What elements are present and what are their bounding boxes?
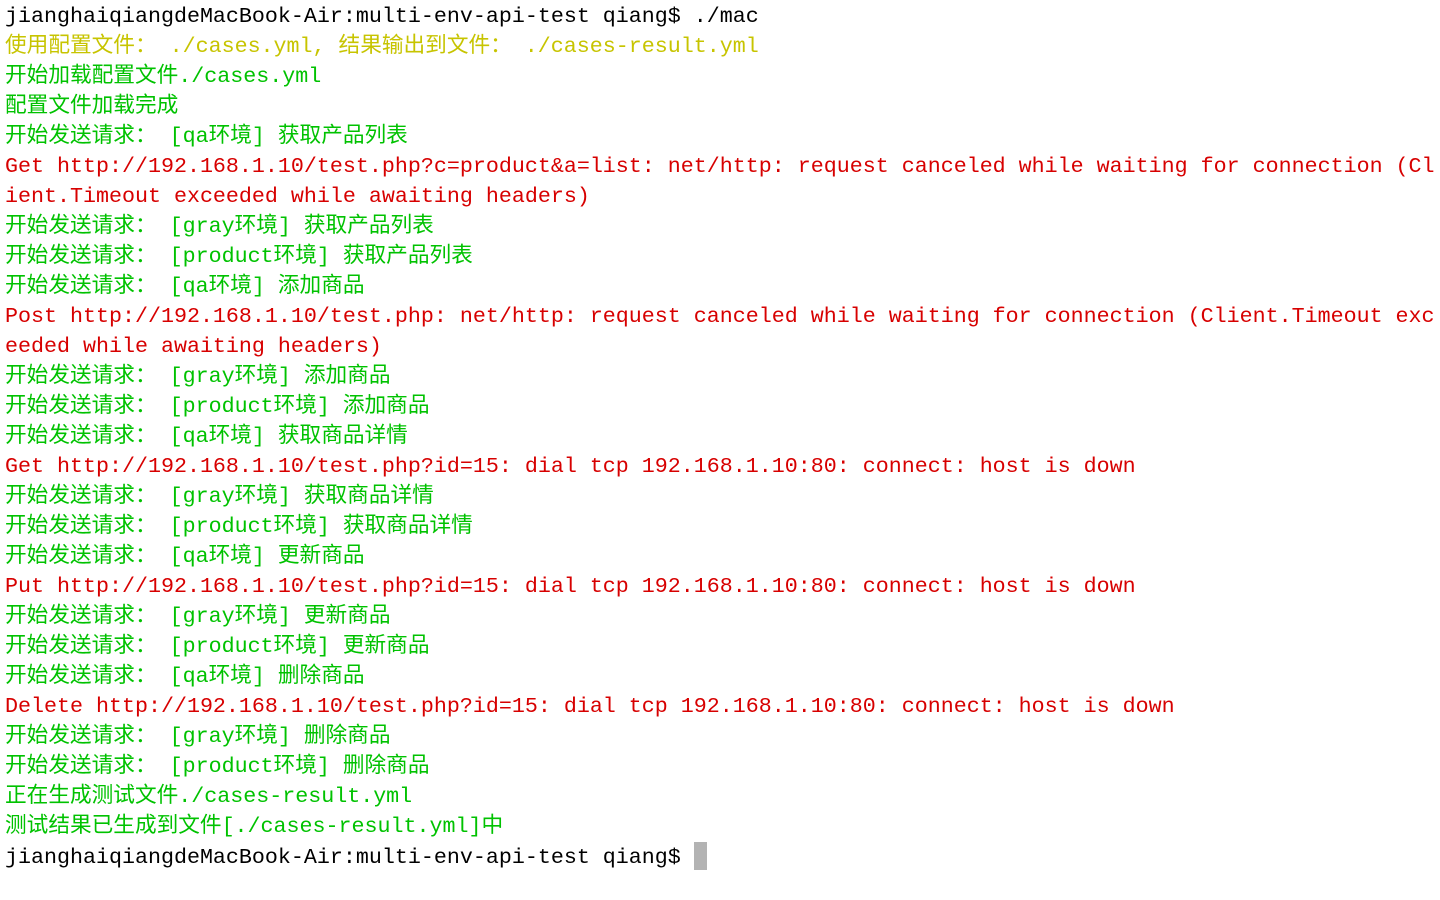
terminal-line-error: Post http://192.168.1.10/test.php: net/h… xyxy=(5,304,1435,359)
terminal-line-error: Delete http://192.168.1.10/test.php?id=1… xyxy=(5,694,1175,719)
terminal-line-ok: 开始发送请求： [qa环境] 获取产品列表 xyxy=(5,124,408,149)
terminal-line-error: Put http://192.168.1.10/test.php?id=15: … xyxy=(5,574,1136,599)
terminal-line-ok: 开始发送请求： [product环境] 获取产品列表 xyxy=(5,244,473,269)
terminal-line-error: Get http://192.168.1.10/test.php?id=15: … xyxy=(5,454,1136,479)
terminal-line-ok: 开始发送请求： [qa环境] 删除商品 xyxy=(5,664,365,689)
terminal-line-ok: 开始发送请求： [gray环境] 更新商品 xyxy=(5,604,391,629)
terminal-line-ok: 开始加载配置文件./cases.yml xyxy=(5,64,322,89)
terminal-line-ok: 开始发送请求： [qa环境] 更新商品 xyxy=(5,544,365,569)
terminal-line-ok: 开始发送请求： [gray环境] 删除商品 xyxy=(5,724,391,749)
terminal-line-ok: 开始发送请求： [product环境] 获取商品详情 xyxy=(5,514,473,539)
terminal-line-ok: 开始发送请求： [gray环境] 添加商品 xyxy=(5,364,391,389)
terminal-line-info: 使用配置文件： ./cases.yml, 结果输出到文件： ./cases-re… xyxy=(5,34,759,59)
terminal-line-ok: 开始发送请求： [qa环境] 添加商品 xyxy=(5,274,365,299)
terminal-prompt-line[interactable]: jianghaiqiangdeMacBook-Air:multi-env-api… xyxy=(5,842,1440,873)
terminal-output[interactable]: jianghaiqiangdeMacBook-Air:multi-env-api… xyxy=(0,0,1440,873)
terminal-line-ok: 开始发送请求： [qa环境] 获取商品详情 xyxy=(5,424,408,449)
terminal-line-ok: 开始发送请求： [gray环境] 获取商品详情 xyxy=(5,484,434,509)
terminal-line-ok: 开始发送请求： [gray环境] 获取产品列表 xyxy=(5,214,434,239)
text-cursor xyxy=(693,842,707,870)
terminal-line-ok: 开始发送请求： [product环境] 删除商品 xyxy=(5,754,430,779)
terminal-line-error: Get http://192.168.1.10/test.php?c=produ… xyxy=(5,154,1435,209)
terminal-line-ok: 正在生成测试文件./cases-result.yml xyxy=(5,784,413,809)
terminal-line-ok: 开始发送请求： [product环境] 更新商品 xyxy=(5,634,430,659)
terminal-line-ok: 配置文件加载完成 xyxy=(5,94,179,119)
terminal-line-ok: 开始发送请求： [product环境] 添加商品 xyxy=(5,394,430,419)
terminal-line-ok: 测试结果已生成到文件[./cases-result.yml]中 xyxy=(5,814,504,839)
terminal-line-prompt: jianghaiqiangdeMacBook-Air:multi-env-api… xyxy=(5,4,759,29)
shell-prompt: jianghaiqiangdeMacBook-Air:multi-env-api… xyxy=(5,845,681,870)
